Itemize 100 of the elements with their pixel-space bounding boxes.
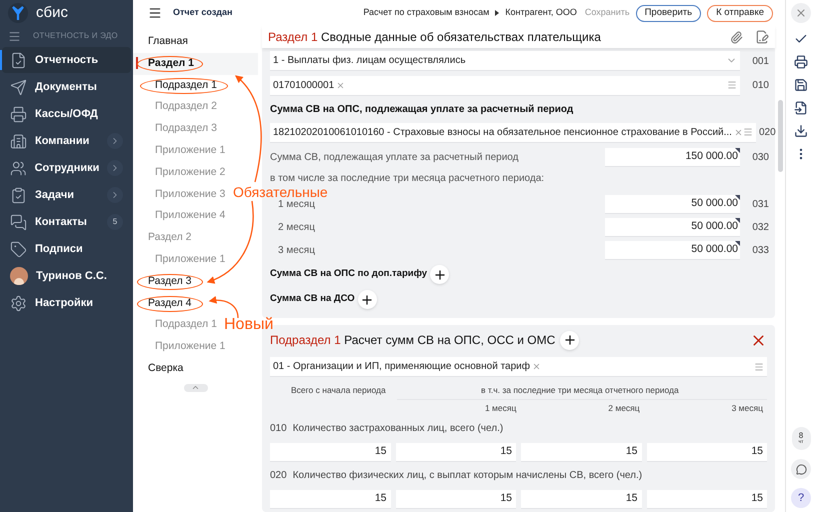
highlight-ellipse (137, 274, 203, 290)
close-icon (795, 7, 807, 19)
sidebar-item[interactable]: Документы (2, 74, 131, 100)
count-badge: 5 (107, 214, 123, 230)
menu-icon[interactable] (148, 6, 162, 20)
people-icon (10, 160, 27, 176)
number-field[interactable]: 15 (521, 442, 642, 462)
breadcrumb[interactable]: Контрагент, ООО (505, 6, 577, 20)
chat-icon (10, 214, 27, 230)
scrollbar[interactable] (778, 100, 782, 172)
status-text: Отчет создан (173, 6, 232, 20)
section-title: ОТЧЕТНОСТЬ И ЭДО (33, 30, 118, 42)
nav-item[interactable]: Раздел 4 (133, 292, 207, 314)
column-header: в т.ч. за последние три месяца отчетного периода (397, 382, 767, 400)
nav-item[interactable]: Подраздел 1 (133, 74, 231, 96)
number-field[interactable]: 15 (396, 442, 516, 462)
line-code: 031 (751, 198, 769, 212)
list-icon[interactable] (727, 80, 737, 90)
highlight-ellipse (137, 296, 203, 312)
group-heading: Сумма СВ на ДСО (270, 292, 355, 306)
number-field[interactable]: 15 (270, 442, 390, 462)
clear-icon[interactable] (532, 362, 541, 371)
field-label: 1 месяц (277, 198, 316, 212)
field-label: 3 месяц (277, 244, 316, 258)
field-label: Сумма СВ, подлежащая уплате за расчетный период (270, 151, 520, 165)
amount-field[interactable]: 50 000.00 (605, 195, 740, 214)
list-icon[interactable] (742, 127, 753, 137)
column-header: Всего с начала периода (290, 384, 387, 397)
clipboard-icon (10, 186, 27, 204)
send-icon (10, 78, 27, 96)
expand-button[interactable] (107, 160, 123, 176)
building-icon (10, 132, 27, 150)
register-icon (10, 106, 27, 122)
add-button[interactable] (430, 265, 450, 284)
tag-icon (10, 240, 27, 258)
sidebar-item[interactable]: Туринов С.С. (2, 263, 131, 289)
download-icon[interactable] (794, 124, 808, 138)
add-button[interactable] (560, 330, 580, 350)
number-field[interactable]: 15 (396, 490, 516, 508)
collapse-button[interactable] (184, 384, 208, 392)
line-code: 010 (270, 422, 287, 436)
import-icon[interactable] (794, 101, 808, 115)
nav-item[interactable]: Раздел 1 (133, 52, 258, 75)
sidebar-item[interactable]: Задачи (2, 182, 131, 208)
sidebar-item[interactable]: Отчетность (2, 47, 131, 73)
sidebar-item[interactable]: Настройки (2, 290, 131, 316)
send-button[interactable]: К отправке (707, 4, 773, 22)
line-code: 010 (751, 79, 769, 93)
close-button[interactable] (791, 3, 811, 23)
check-button[interactable]: Проверить (636, 4, 702, 22)
amount-field[interactable]: 50 000.00 (605, 241, 740, 260)
clear-icon[interactable] (734, 128, 743, 136)
sidebar-item[interactable]: Подписи (2, 236, 131, 262)
line-code: 032 (751, 221, 769, 235)
line-code: 020 (270, 469, 287, 483)
gear-icon (10, 294, 27, 312)
breadcrumb[interactable]: Расчет по страховым взносам (363, 6, 490, 20)
number-field[interactable]: 15 (646, 442, 767, 462)
amount-field[interactable]: 150 000.00 (605, 148, 740, 167)
sidebar-item[interactable]: Контакты 5 (2, 209, 131, 235)
plus-icon (562, 333, 577, 347)
input-field[interactable]: 1 - Выплаты физ. лицам осуществлялись (270, 51, 740, 71)
nav-item[interactable]: Сверка (133, 358, 188, 380)
column-header: 1 месяц (484, 402, 518, 414)
number-field[interactable]: 15 (521, 490, 642, 508)
arrow (208, 296, 239, 318)
expand-button[interactable] (107, 133, 123, 149)
printer-icon[interactable] (794, 55, 808, 69)
number-field[interactable]: 15 (646, 490, 767, 508)
chat-button[interactable] (791, 459, 811, 479)
separator-icon (495, 10, 500, 16)
logo-icon (8, 3, 28, 23)
document-icon[interactable] (755, 30, 769, 44)
input-field[interactable]: 01 - Организации и ИП, применяющие основной тариф (270, 357, 767, 377)
help-button[interactable]: ? (791, 488, 811, 508)
attachment-icon[interactable] (730, 30, 743, 44)
note-text: в том числе за последние три месяца расчетного периода: (270, 172, 544, 186)
save-icon[interactable] (794, 78, 808, 92)
row-label: Количество застрахованных лиц, всего (чел.) (292, 422, 504, 436)
amount-field[interactable]: 50 000.00 (605, 218, 740, 237)
section-title: Раздел 1 Сводные данные об обязательствах плательщика (268, 29, 602, 46)
section-title: Подраздел 1 Расчет сумм СВ на ОПС, ОСС и ОМС (270, 332, 556, 349)
list-icon[interactable] (754, 362, 764, 372)
clear-icon[interactable] (336, 80, 346, 90)
sidebar-item[interactable]: Сотрудники (2, 155, 131, 181)
row-label: Количество физических лиц, с выплат которым начислены СВ, всего (чел.) (292, 469, 642, 483)
annotation-text: Обязательные (233, 185, 328, 199)
add-button[interactable] (358, 290, 377, 309)
sidebar-item[interactable]: Компании (2, 128, 131, 154)
group-heading: Сумма СВ на ОПС по доп.тарифу (270, 267, 428, 282)
nav-item[interactable]: Раздел 3 (133, 270, 207, 293)
sidebar-item[interactable]: Кассы/ОФД (2, 101, 131, 127)
annotation-text: Новый (224, 317, 274, 333)
highlight-ellipse (137, 56, 203, 72)
input-field[interactable]: 01701000001 (270, 76, 740, 96)
line-code: 020 (758, 126, 776, 140)
nav-item[interactable]: Главная (133, 31, 192, 53)
expand-button[interactable] (107, 187, 123, 203)
number-field[interactable]: 15 (270, 490, 390, 508)
input-field[interactable]: 18210202010061010160 - Страховые взносы на обязательное пенсионное страхование в Россий... (270, 122, 756, 142)
